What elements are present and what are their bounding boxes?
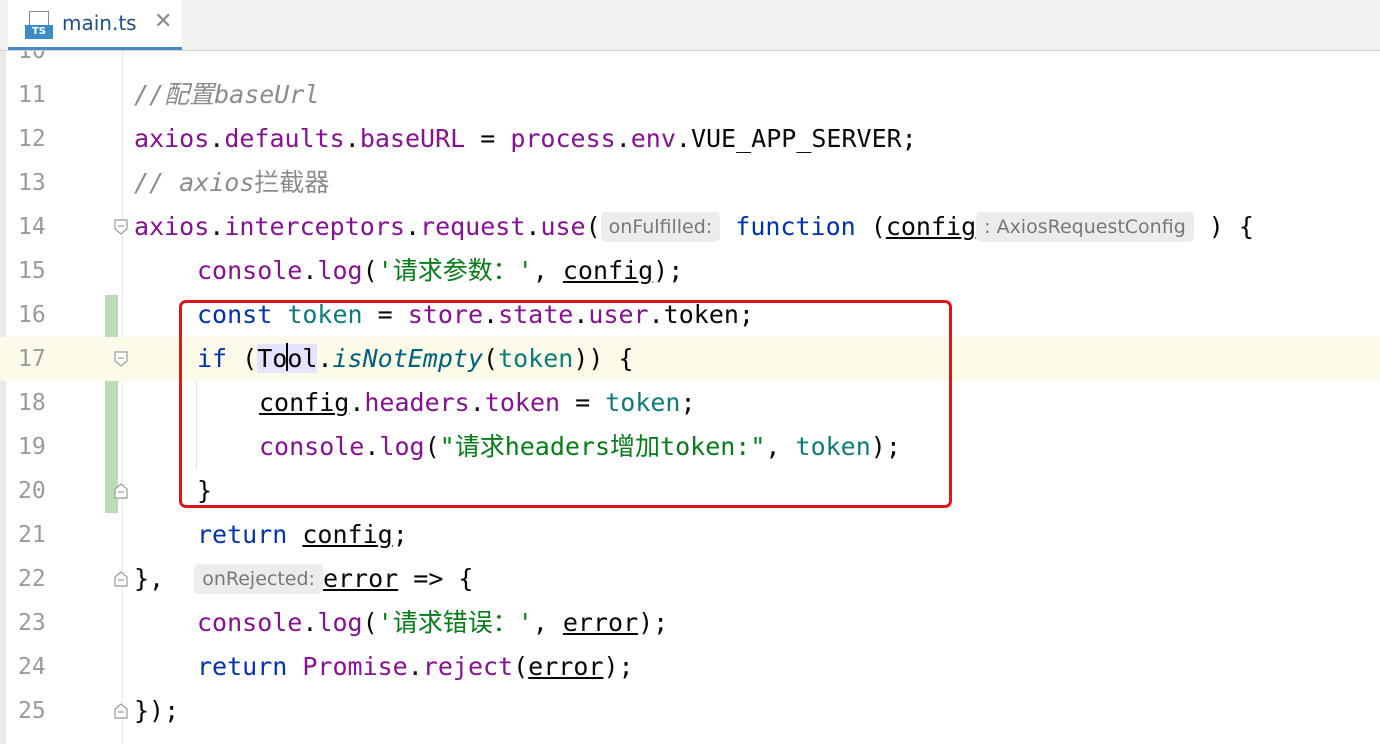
code-line: 21 return config; [0,513,1380,557]
tab-label: main.ts [62,11,137,35]
line-number: 16 [18,302,46,328]
code-line: 15 console.log('请求参数：', config); [0,249,1380,293]
parameter-hint: onFulfilled: [600,212,721,242]
code-line: 14 axios.interceptors.request.use(onFulf… [0,205,1380,249]
code-text: return Promise.reject(error); [197,652,634,681]
fold-collapse-icon[interactable] [114,219,128,235]
code-text: }); [134,696,180,725]
line-number: 23 [18,610,46,636]
code-line: 12 axios.defaults.baseURL = process.env.… [0,117,1380,161]
code-text: axios.defaults.baseURL = process.env.VUE… [134,124,917,153]
code-editor[interactable]: 10 11 //配置baseUrl 12 axios.defaults.base… [0,51,1380,744]
line-number: 10 [18,51,46,64]
code-line: 25 }); [0,689,1380,733]
line-number: 14 [18,214,46,240]
type-hint: : AxiosRequestConfig [976,212,1194,242]
code-line: 10 [0,51,1380,73]
line-number: 17 [18,346,46,372]
fold-end-icon[interactable] [114,703,128,719]
line-number: 15 [18,258,46,284]
line-number: 24 [18,654,46,680]
line-number: 22 [18,566,46,592]
ts-badge: TS [25,25,53,39]
parameter-hint: onRejected: [194,564,323,594]
code-text: axios.interceptors.request.use(onFulfill… [134,212,1254,242]
line-number: 25 [18,698,46,724]
fold-collapse-icon[interactable] [114,351,128,367]
comment: // axios拦截器 [134,168,330,197]
editor-tab-bar: TS main.ts ✕ [0,0,1380,51]
code-line: 11 //配置baseUrl [0,73,1380,117]
code-line: 24 return Promise.reject(error); [0,645,1380,689]
code-line: 23 console.log('请求错误：', error); [0,601,1380,645]
line-number: 20 [18,478,46,504]
comment: //配置baseUrl [134,80,320,109]
code-text: return config; [197,520,408,549]
code-text: console.log('请求参数：', config); [197,256,684,285]
fold-end-icon[interactable] [114,483,128,499]
line-number: 18 [18,390,46,416]
typescript-file-icon: TS [25,11,53,39]
code-text: console.log('请求错误：', error); [197,608,669,637]
code-line: 13 // axios拦截器 [0,161,1380,205]
code-line: 22 }, onRejected: error => { [0,557,1380,601]
line-number: 21 [18,522,46,548]
code-text: }, onRejected: error => { [134,564,474,594]
close-icon[interactable]: ✕ [154,9,172,34]
tab-main-ts[interactable]: TS main.ts ✕ [8,0,182,50]
line-number: 12 [18,126,46,152]
highlight-annotation-box [179,300,952,508]
line-number: 11 [18,82,46,108]
line-number: 13 [18,170,46,196]
fold-end-icon[interactable] [114,571,128,587]
line-number: 19 [18,434,46,460]
